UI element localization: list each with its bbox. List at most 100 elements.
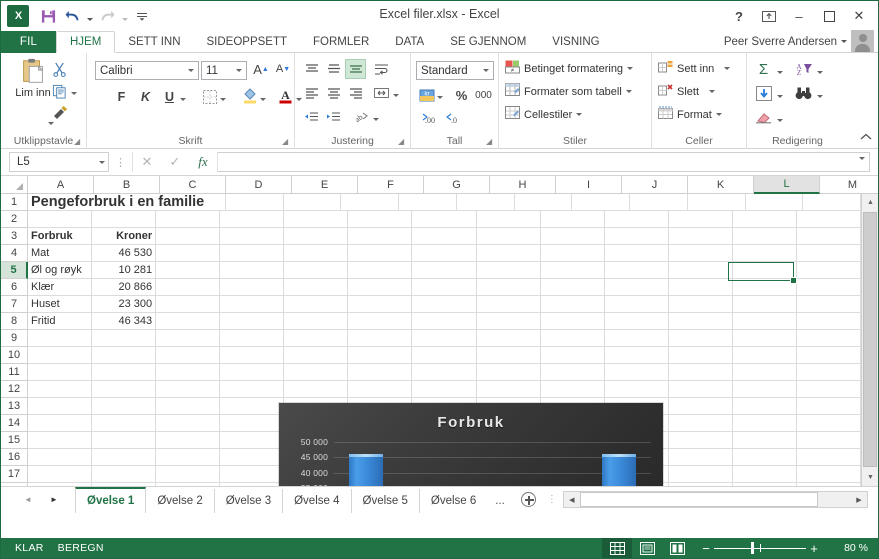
cell-A14[interactable] (28, 415, 93, 432)
row-header-16[interactable]: 16 (1, 449, 28, 466)
page-break-view-icon[interactable] (662, 538, 692, 558)
font-dialog-launcher[interactable]: ◢ (282, 137, 291, 146)
cell-M3[interactable] (796, 228, 861, 245)
cell-A13[interactable] (28, 398, 93, 415)
cell-A12[interactable] (28, 381, 93, 398)
cell-B7[interactable]: 23 300 (92, 296, 157, 313)
cell-I8[interactable] (540, 313, 605, 330)
cell-L11[interactable] (732, 364, 797, 381)
cell-I7[interactable] (540, 296, 605, 313)
cell-K1[interactable] (687, 194, 746, 211)
cell-E8[interactable] (284, 313, 349, 330)
row-header-17[interactable]: 17 (1, 466, 28, 483)
font-family-select[interactable]: Calibri (95, 61, 199, 80)
cell-I10[interactable] (540, 347, 605, 364)
cell-I12[interactable] (540, 381, 605, 398)
cell-C9[interactable] (156, 330, 221, 347)
merge-dropdown-icon[interactable] (393, 89, 399, 101)
alignment-dialog-launcher[interactable]: ◢ (398, 137, 407, 146)
cell-M13[interactable] (796, 398, 861, 415)
cell-D1[interactable] (283, 194, 342, 211)
sheet-tab-ovelse-3[interactable]: Øvelse 3 (214, 488, 284, 513)
cell-L6[interactable] (732, 279, 797, 296)
cell-G5[interactable] (412, 262, 477, 279)
clear-dropdown-icon[interactable] (777, 114, 783, 126)
sheet-tab-ovelse-2[interactable]: Øvelse 2 (146, 488, 215, 513)
cell-B11[interactable] (92, 364, 157, 381)
zoom-track[interactable] (714, 538, 806, 558)
zoom-out-button[interactable]: − (698, 541, 714, 556)
row-header-11[interactable]: 11 (1, 364, 28, 381)
column-header-H[interactable]: H (490, 176, 556, 194)
cancel-entry-icon[interactable]: ✕ (133, 152, 161, 172)
zoom-in-button[interactable]: + (806, 541, 822, 556)
cell-G2[interactable] (412, 211, 477, 228)
formula-expand-icon[interactable] (859, 157, 865, 160)
column-header-I[interactable]: I (556, 176, 622, 194)
row-header-8[interactable]: 8 (1, 313, 28, 330)
cell-M7[interactable] (796, 296, 861, 313)
underline-dropdown-icon[interactable] (180, 93, 186, 105)
cell-C16[interactable] (156, 449, 221, 466)
percent-style-button[interactable]: % (451, 85, 472, 105)
cell-B15[interactable] (92, 432, 157, 449)
cell-M8[interactable] (796, 313, 861, 330)
cell-I1[interactable] (572, 194, 630, 211)
minimize-button[interactable]: – (784, 4, 814, 28)
conditional-formatting-button[interactable]: ≠ Betinget formatering (505, 60, 634, 77)
cell-E4[interactable] (284, 245, 349, 262)
row-header-4[interactable]: 4 (1, 245, 28, 262)
cell-F12[interactable] (348, 381, 413, 398)
cell-K16[interactable] (668, 449, 733, 466)
cell-D4[interactable] (220, 245, 285, 262)
cell-B6[interactable]: 20 866 (92, 279, 157, 296)
name-box[interactable]: L5 (9, 152, 109, 172)
align-center-icon[interactable] (323, 83, 344, 103)
autosum-dropdown-icon[interactable] (777, 66, 783, 78)
hscroll-right-icon[interactable]: ▶ (851, 492, 867, 507)
number-format-select[interactable]: Standard (416, 61, 494, 80)
format-as-table-dropdown-icon[interactable] (625, 90, 632, 93)
cell-F10[interactable] (348, 347, 413, 364)
format-cells-dropdown-icon[interactable] (715, 113, 722, 116)
align-middle-icon[interactable] (323, 59, 344, 79)
cell-J8[interactable] (604, 313, 669, 330)
cell-I6[interactable] (540, 279, 605, 296)
hscroll-left-icon[interactable]: ◀ (564, 492, 580, 507)
row-header-3[interactable]: 3 (1, 228, 28, 245)
add-sheet-button[interactable] (517, 488, 541, 512)
cell-K3[interactable] (668, 228, 733, 245)
column-header-J[interactable]: J (622, 176, 688, 194)
cell-F9[interactable] (348, 330, 413, 347)
cell-M9[interactable] (796, 330, 861, 347)
cell-D12[interactable] (220, 381, 285, 398)
accounting-format-icon[interactable]: kr (416, 85, 437, 105)
zoom-slider[interactable]: − + (698, 538, 822, 558)
tab-se-gjennom[interactable]: SE GJENNOM (437, 31, 539, 53)
cell-D2[interactable] (220, 211, 285, 228)
decrease-indent-icon[interactable] (301, 107, 322, 127)
cell-H7[interactable] (476, 296, 541, 313)
cell-J7[interactable] (604, 296, 669, 313)
cell-K8[interactable] (668, 313, 733, 330)
cell-E10[interactable] (284, 347, 349, 364)
cell-C2[interactable] (156, 211, 221, 228)
cell-L10[interactable] (732, 347, 797, 364)
tab-visning[interactable]: VISNING (539, 31, 612, 53)
clipboard-dialog-launcher[interactable]: ◢ (74, 137, 83, 146)
formula-input[interactable] (218, 152, 870, 172)
fill-color-dropdown-icon[interactable] (260, 93, 266, 105)
cell-A4[interactable]: Mat (28, 245, 93, 262)
cell-C10[interactable] (156, 347, 221, 364)
borders-icon[interactable] (199, 87, 220, 107)
cell-G1[interactable] (456, 194, 515, 211)
zoom-handle[interactable] (750, 542, 754, 554)
sheet-prev-icon[interactable]: ◄ (15, 489, 41, 511)
cell-F1[interactable] (399, 194, 457, 211)
cell-J6[interactable] (604, 279, 669, 296)
cell-M12[interactable] (796, 381, 861, 398)
cell-A9[interactable] (28, 330, 93, 347)
italic-button[interactable]: K (135, 87, 156, 107)
cell-K13[interactable] (668, 398, 733, 415)
cell-C5[interactable] (156, 262, 221, 279)
